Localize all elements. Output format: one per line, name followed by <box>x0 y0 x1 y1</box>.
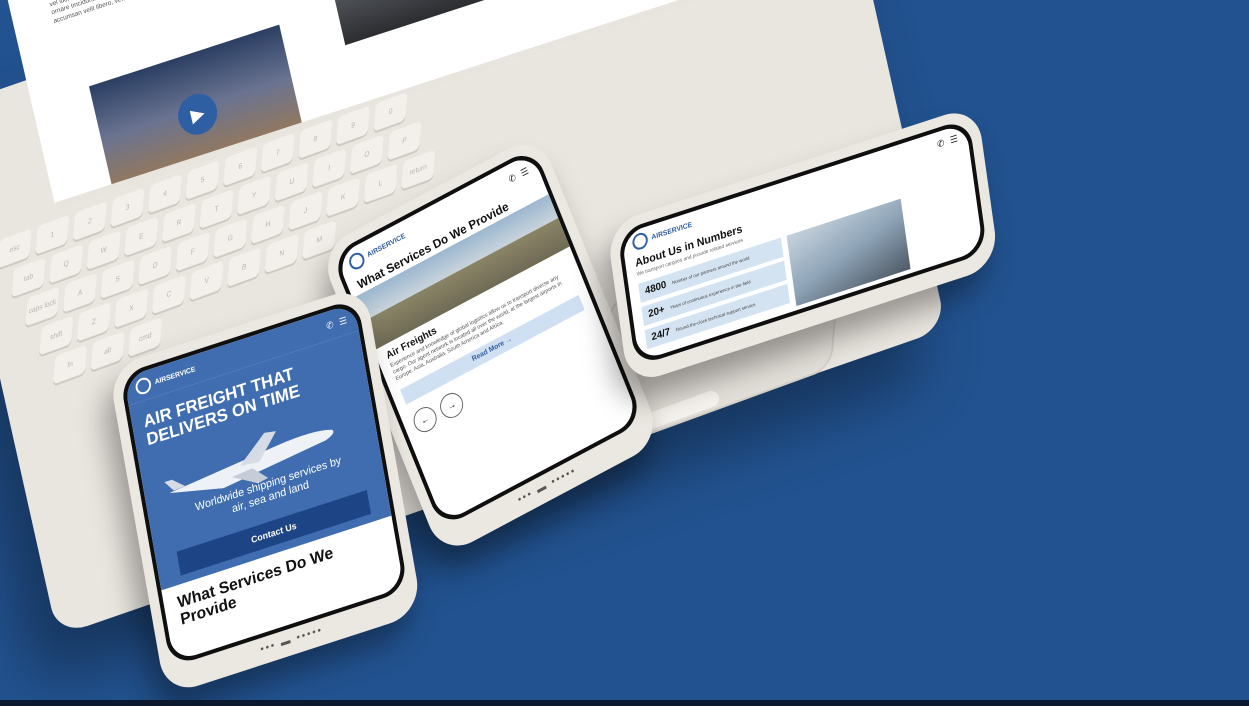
key[interactable]: Y <box>236 175 272 216</box>
key[interactable]: B <box>226 247 262 288</box>
stat-number: 20+ <box>647 304 666 321</box>
key[interactable]: C <box>151 274 187 315</box>
scene: cilisur accumsan imperdiet amet, orci ne… <box>0 0 1249 706</box>
key[interactable]: Q <box>48 243 84 284</box>
logo-icon <box>346 249 367 273</box>
key[interactable]: E <box>124 216 159 257</box>
logo-icon <box>631 230 649 252</box>
key[interactable]: R <box>161 202 197 243</box>
key[interactable]: U <box>274 161 309 202</box>
key[interactable]: D <box>137 245 173 286</box>
key[interactable]: A <box>62 272 98 313</box>
key[interactable]: J <box>288 190 323 231</box>
phone-icon[interactable]: ✆ <box>507 171 518 185</box>
key[interactable]: shift <box>39 315 74 356</box>
key[interactable]: T <box>199 188 234 230</box>
prev-arrow-icon[interactable]: ← <box>409 402 441 437</box>
brand-name: AIRSERVICE <box>154 365 196 386</box>
next-arrow-icon[interactable]: → <box>436 388 467 422</box>
phone-screen: AIRSERVICE ✆ ☰ AIR FREIGHT THAT DELIVERS … <box>123 302 405 663</box>
key[interactable]: O <box>349 134 385 175</box>
key[interactable]: caps lock <box>25 286 60 327</box>
phone-icon[interactable]: ✆ <box>936 137 945 150</box>
key[interactable]: fn <box>52 344 88 385</box>
key[interactable]: K <box>325 176 361 218</box>
key[interactable]: S <box>100 259 135 300</box>
menu-icon[interactable]: ☰ <box>949 133 958 147</box>
key[interactable]: N <box>264 233 299 274</box>
key[interactable]: H <box>250 204 286 245</box>
stat-number: 24/7 <box>650 326 671 344</box>
phone-icon[interactable]: ✆ <box>325 319 334 332</box>
key[interactable]: P <box>387 120 422 161</box>
key[interactable]: return <box>401 149 436 190</box>
menu-icon[interactable]: ☰ <box>519 165 530 179</box>
key[interactable]: V <box>189 260 224 301</box>
key[interactable]: L <box>363 163 398 204</box>
key[interactable]: X <box>114 288 149 329</box>
key[interactable]: tab <box>11 257 46 298</box>
key[interactable]: alt <box>90 330 125 371</box>
phone-bezel: AIRSERVICE ✆ ☰ AIR FREIGHT THAT DELIVERS … <box>119 297 409 668</box>
key[interactable]: F <box>175 231 210 272</box>
play-icon[interactable]: ▶ <box>174 88 222 140</box>
key[interactable]: I <box>312 147 347 189</box>
key[interactable]: W <box>86 230 121 271</box>
stat-number: 4800 <box>644 279 668 298</box>
key[interactable]: Z <box>76 301 112 342</box>
bottom-bar <box>0 700 1249 706</box>
key[interactable]: G <box>213 218 248 259</box>
menu-icon[interactable]: ☰ <box>338 314 348 327</box>
screen-body-text: cilisur accumsan imperdiet amet, orci ne… <box>45 0 283 26</box>
logo-icon <box>134 375 153 397</box>
